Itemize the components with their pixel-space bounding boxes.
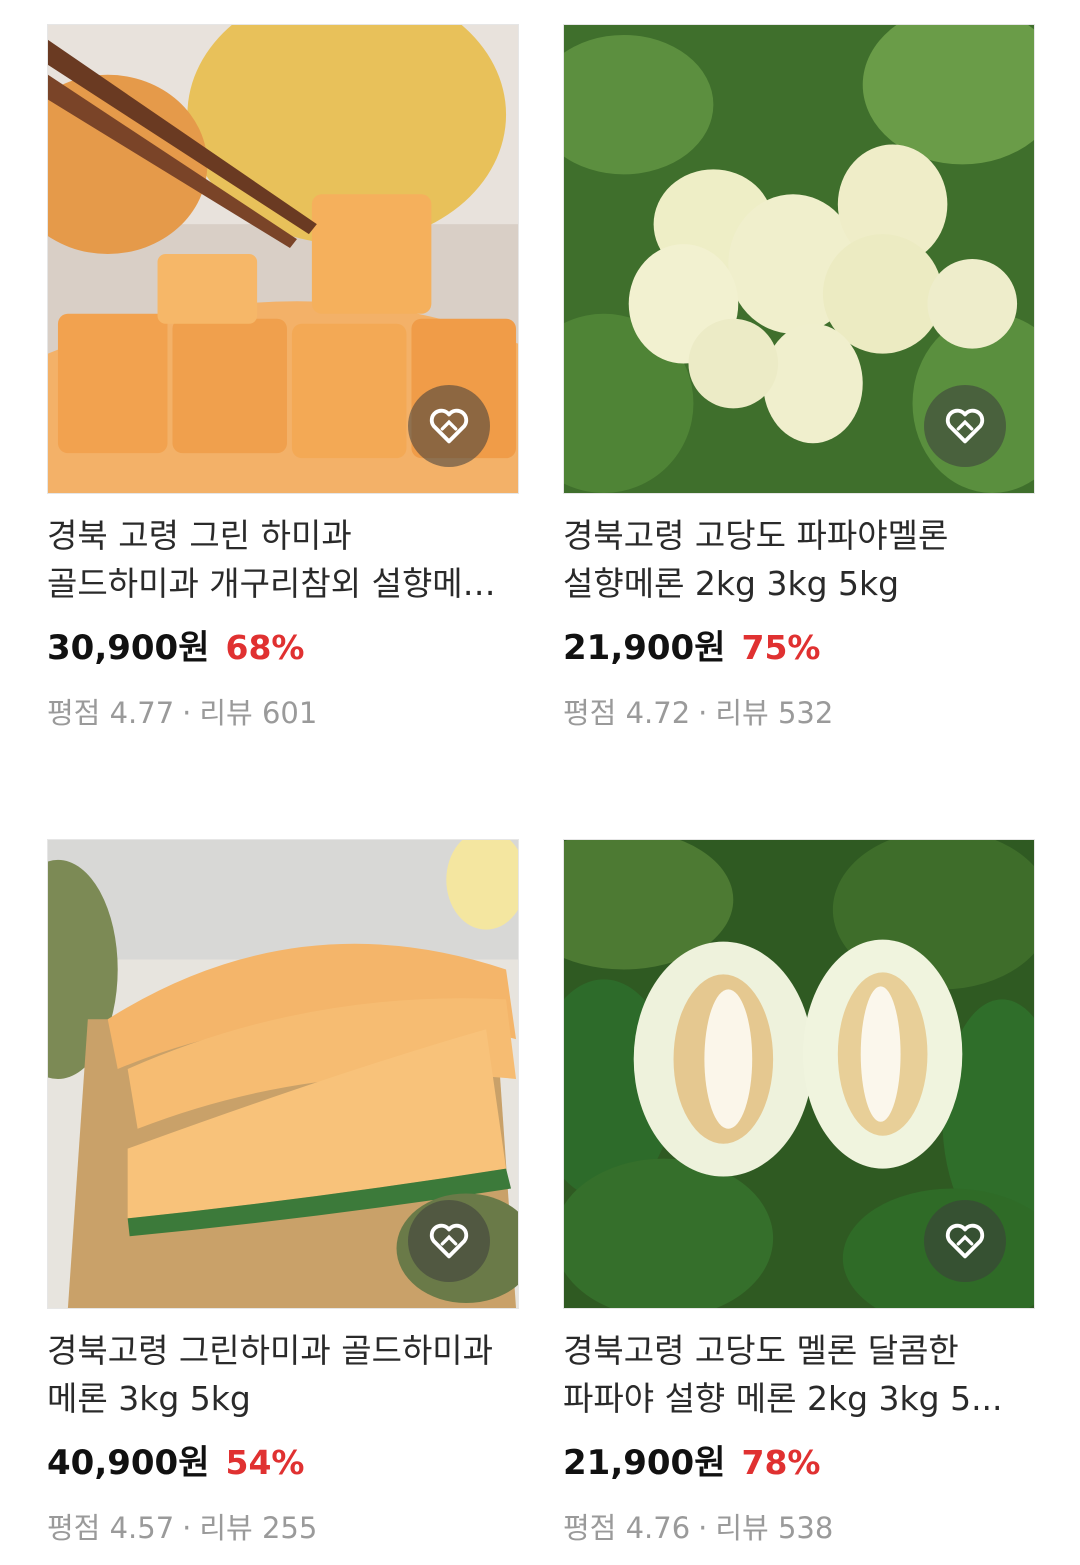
- discount-rate: 75%: [741, 628, 821, 667]
- product-title[interactable]: 경북고령 고당도 멜론 달콤한 파파야 설향 메론 2kg 3kg 5...: [563, 1327, 1035, 1423]
- rating-label: 평점 4.76: [563, 1511, 691, 1545]
- product-price: 21,900원: [563, 628, 726, 668]
- product-image[interactable]: [563, 24, 1035, 494]
- review-count: 리뷰 532: [715, 696, 834, 730]
- discount-rate: 78%: [741, 1443, 821, 1482]
- price-row: 21,900원 75%: [563, 620, 1035, 668]
- review-count: 리뷰 255: [199, 1511, 318, 1545]
- rating-review-row: 평점 4.72 · 리뷰 532: [563, 690, 1035, 732]
- separator: ·: [182, 1511, 192, 1545]
- product-card[interactable]: 경북 고령 그린 하미과 골드하미과 개구리참외 설향메론 ... 30,900…: [47, 24, 519, 732]
- wishlist-heart-icon[interactable]: [924, 1200, 1006, 1282]
- rating-label: 평점 4.77: [47, 696, 175, 730]
- separator: ·: [182, 696, 192, 730]
- product-title[interactable]: 경북고령 그린하미과 골드하미과 메론 3kg 5kg: [47, 1327, 519, 1423]
- rating-review-row: 평점 4.77 · 리뷰 601: [47, 690, 519, 732]
- price-row: 40,900원 54%: [47, 1435, 519, 1483]
- wishlist-heart-icon[interactable]: [408, 1200, 490, 1282]
- review-count: 리뷰 601: [199, 696, 318, 730]
- product-title[interactable]: 경북 고령 그린 하미과 골드하미과 개구리참외 설향메론 ...: [47, 512, 519, 608]
- discount-rate: 68%: [225, 628, 305, 667]
- rating-label: 평점 4.57: [47, 1511, 175, 1545]
- product-card[interactable]: 경북고령 고당도 멜론 달콤한 파파야 설향 메론 2kg 3kg 5... 2…: [563, 839, 1035, 1547]
- product-price: 30,900원: [47, 628, 210, 668]
- wishlist-heart-icon[interactable]: [924, 385, 1006, 467]
- review-count: 리뷰 538: [715, 1511, 834, 1545]
- product-image[interactable]: [47, 24, 519, 494]
- separator: ·: [698, 1511, 708, 1545]
- price-row: 30,900원 68%: [47, 620, 519, 668]
- product-price: 40,900원: [47, 1443, 210, 1483]
- product-image[interactable]: [47, 839, 519, 1309]
- wishlist-heart-icon[interactable]: [408, 385, 490, 467]
- product-price: 21,900원: [563, 1443, 726, 1483]
- product-card[interactable]: 경북고령 고당도 파파야멜론 설향메론 2kg 3kg 5kg 21,900원 …: [563, 24, 1035, 732]
- separator: ·: [698, 696, 708, 730]
- rating-label: 평점 4.72: [563, 696, 691, 730]
- product-card[interactable]: 경북고령 그린하미과 골드하미과 메론 3kg 5kg 40,900원 54% …: [47, 839, 519, 1547]
- rating-review-row: 평점 4.76 · 리뷰 538: [563, 1505, 1035, 1547]
- price-row: 21,900원 78%: [563, 1435, 1035, 1483]
- product-grid: 경북 고령 그린 하미과 골드하미과 개구리참외 설향메론 ... 30,900…: [0, 0, 1080, 1565]
- rating-review-row: 평점 4.57 · 리뷰 255: [47, 1505, 519, 1547]
- discount-rate: 54%: [225, 1443, 305, 1482]
- product-title[interactable]: 경북고령 고당도 파파야멜론 설향메론 2kg 3kg 5kg: [563, 512, 1035, 608]
- product-image[interactable]: [563, 839, 1035, 1309]
